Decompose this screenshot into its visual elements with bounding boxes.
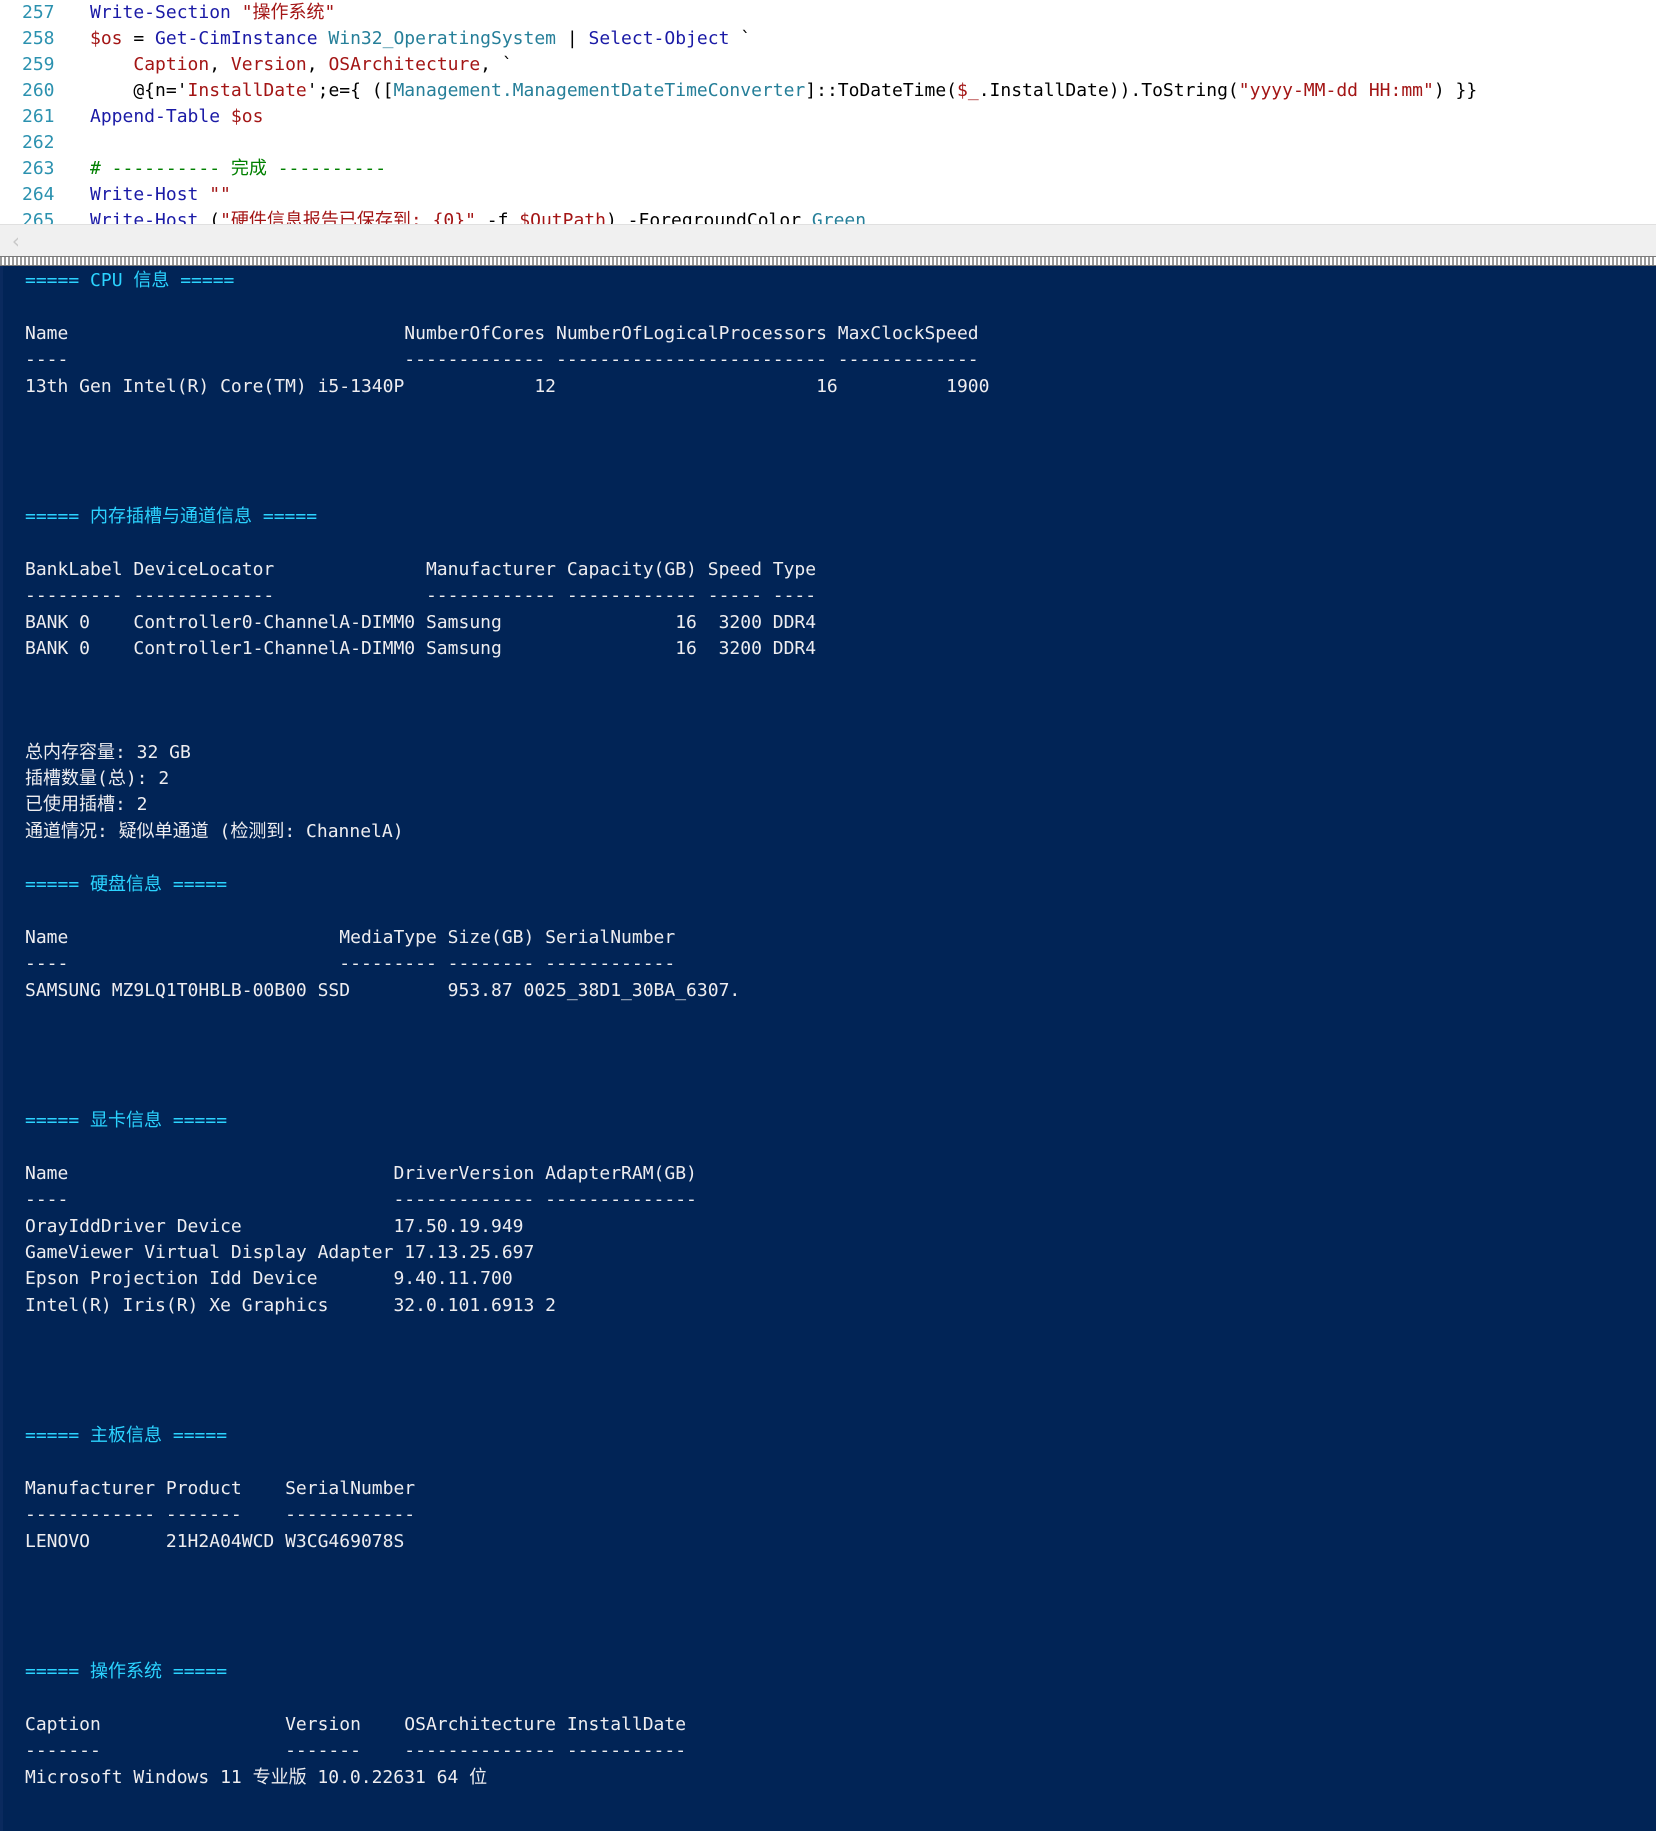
memory-table-row: BANK 0 Controller0-ChannelA-DIMM0 Samsun… — [25, 612, 817, 633]
section-title-cpu: ===== CPU 信息 ===== — [25, 270, 235, 291]
code-token: , ` — [480, 54, 513, 75]
board-table-row: LENOVO 21H2A04WCD W3CG469078S — [25, 1531, 405, 1552]
line-number: 257 — [22, 2, 55, 23]
code-token: -f — [475, 210, 520, 224]
code-text[interactable]: @{n='InstallDate';e={ ([Management.Manag… — [90, 78, 1477, 104]
code-token: | — [566, 28, 589, 49]
line-number: 261 — [22, 106, 55, 127]
code-token: Write-Host — [90, 184, 210, 205]
console-output[interactable]: ===== CPU 信息 ===== Name NumberOfCores Nu… — [0, 266, 1656, 1831]
memory-table-row: BANK 0 Controller1-ChannelA-DIMM0 Samsun… — [25, 638, 817, 659]
code-token: $_ — [957, 80, 979, 101]
code-token: .InstallDate)).ToString( — [978, 80, 1239, 101]
code-token: ]::ToDateTime( — [805, 80, 957, 101]
cpu-table-rule: ---- ------------- ---------------------… — [25, 349, 979, 370]
code-text[interactable]: Write-Host ("硬件信息报告已保存到: {0}" -f $OutPat… — [90, 208, 866, 224]
code-text[interactable]: Write-Host "" — [90, 182, 231, 208]
script-editor[interactable]: 257 Write-Section "操作系统" 258 $os = Get-CimI… — [0, 0, 1656, 224]
code-token: OSArchitecture — [328, 54, 481, 75]
code-token: @{n=' — [90, 80, 188, 101]
code-token: # ---------- 完成 ---------- — [90, 158, 387, 179]
memory-slots-line: 插槽数量(总): 2 — [25, 768, 170, 789]
disk-table-rule: ---- --------- -------- ------------ — [25, 953, 676, 974]
code-token: Win32_OperatingSystem — [328, 28, 567, 49]
line-number: 259 — [22, 54, 55, 75]
os-table-row: Microsoft Windows 11 专业版 10.0.22631 64 位 — [25, 1767, 488, 1788]
gpu-table-row: GameViewer Virtual Display Adapter 17.13… — [25, 1242, 535, 1263]
code-text[interactable]: Append-Table $os — [90, 104, 263, 130]
line-number: 265 — [22, 210, 55, 224]
line-number: 263 — [22, 158, 55, 179]
code-token: ';e={ ([ — [306, 80, 394, 101]
code-token: Version — [230, 54, 307, 75]
board-table-header: Manufacturer Product SerialNumber — [25, 1478, 416, 1499]
gpu-table-row: OrayIddDriver Device 17.50.19.949 — [25, 1216, 524, 1237]
gpu-table-row: Epson Projection Idd Device 9.40.11.700 — [25, 1268, 513, 1289]
gpu-table-header: Name DriverVersion AdapterRAM(GB) — [25, 1163, 697, 1184]
memory-table-rule: --------- ------------- ------------ ---… — [25, 585, 817, 606]
section-title-board: ===== 主板信息 ===== — [25, 1425, 228, 1446]
code-token: ) }} — [1433, 80, 1478, 101]
code-token: "" — [209, 184, 231, 205]
os-table-rule: ------- ------- -------------- ---------… — [25, 1740, 687, 1761]
code-token: $os — [90, 28, 123, 49]
code-token: "操作系统" — [241, 2, 336, 23]
section-title-os: ===== 操作系统 ===== — [25, 1661, 228, 1682]
cpu-table-row: 13th Gen Intel(R) Core(TM) i5-1340P 12 1… — [25, 376, 990, 397]
code-token: $os — [230, 106, 264, 127]
code-token: "yyyy-MM-dd HH:mm" — [1238, 80, 1434, 101]
memory-used-line: 已使用插槽: 2 — [25, 794, 148, 815]
gpu-table-row: Intel(R) Iris(R) Xe Graphics 32.0.101.69… — [25, 1295, 557, 1316]
memory-table-header: BankLabel DeviceLocator Manufacturer Cap… — [25, 559, 817, 580]
disk-table-header: Name MediaType Size(GB) SerialNumber — [25, 927, 676, 948]
code-token: $OutPath — [519, 210, 606, 224]
code-token: Caption — [133, 54, 210, 75]
disk-table-row: SAMSUNG MZ9LQ1T0HBLB-00B00 SSD 953.87 00… — [25, 980, 741, 1001]
code-text[interactable]: Caption, Version, OSArchitecture, ` — [90, 52, 513, 78]
memory-channel-line: 通道情况: 疑似单通道 (检测到: ChannelA) — [25, 821, 404, 842]
line-number: 258 — [22, 28, 55, 49]
code-token: Green — [811, 210, 867, 224]
section-title-disk: ===== 硬盘信息 ===== — [25, 874, 228, 895]
code-token: Write-Host — [90, 210, 210, 224]
pane-splitter[interactable] — [0, 256, 1656, 266]
code-token: Get-CimInstance — [155, 28, 329, 49]
section-title-memory: ===== 内存插槽与通道信息 ===== — [25, 506, 318, 527]
board-table-rule: ------------ ------- ------------ — [25, 1504, 416, 1525]
code-text[interactable]: Write-Section "操作系统" — [90, 0, 335, 26]
code-token: ( — [209, 210, 221, 224]
horizontal-scrollbar[interactable]: ‹ — [0, 224, 1656, 257]
code-token: "硬件信息报告已保存到: {0}" — [220, 210, 476, 224]
os-table-header: Caption Version OSArchitecture InstallDa… — [25, 1714, 687, 1735]
code-token: Select-Object — [588, 28, 741, 49]
code-token: ) -ForegroundColor — [605, 210, 812, 224]
code-text[interactable]: $os = Get-CimInstance Win32_OperatingSys… — [90, 26, 751, 52]
cpu-table-header: Name NumberOfCores NumberOfLogicalProces… — [25, 323, 979, 344]
code-token: = — [122, 28, 156, 49]
scroll-left-icon[interactable]: ‹ — [10, 229, 22, 253]
code-token: Write-Section — [90, 2, 242, 23]
line-number: 260 — [22, 80, 55, 101]
code-text[interactable]: # ---------- 完成 ---------- — [90, 156, 386, 182]
code-token: Management.ManagementDateTimeConverter — [393, 80, 806, 101]
code-token: InstallDate — [187, 80, 307, 101]
section-title-gpu: ===== 显卡信息 ===== — [25, 1110, 228, 1131]
code-token: , — [209, 54, 231, 75]
code-token: Append-Table — [90, 106, 231, 127]
line-number: 264 — [22, 184, 55, 205]
code-token: , — [306, 54, 329, 75]
gpu-table-rule: ---- ------------- -------------- — [25, 1189, 697, 1210]
code-token: ` — [740, 28, 752, 49]
memory-total-line: 总内存容量: 32 GB — [25, 742, 191, 763]
line-number: 262 — [22, 132, 55, 153]
